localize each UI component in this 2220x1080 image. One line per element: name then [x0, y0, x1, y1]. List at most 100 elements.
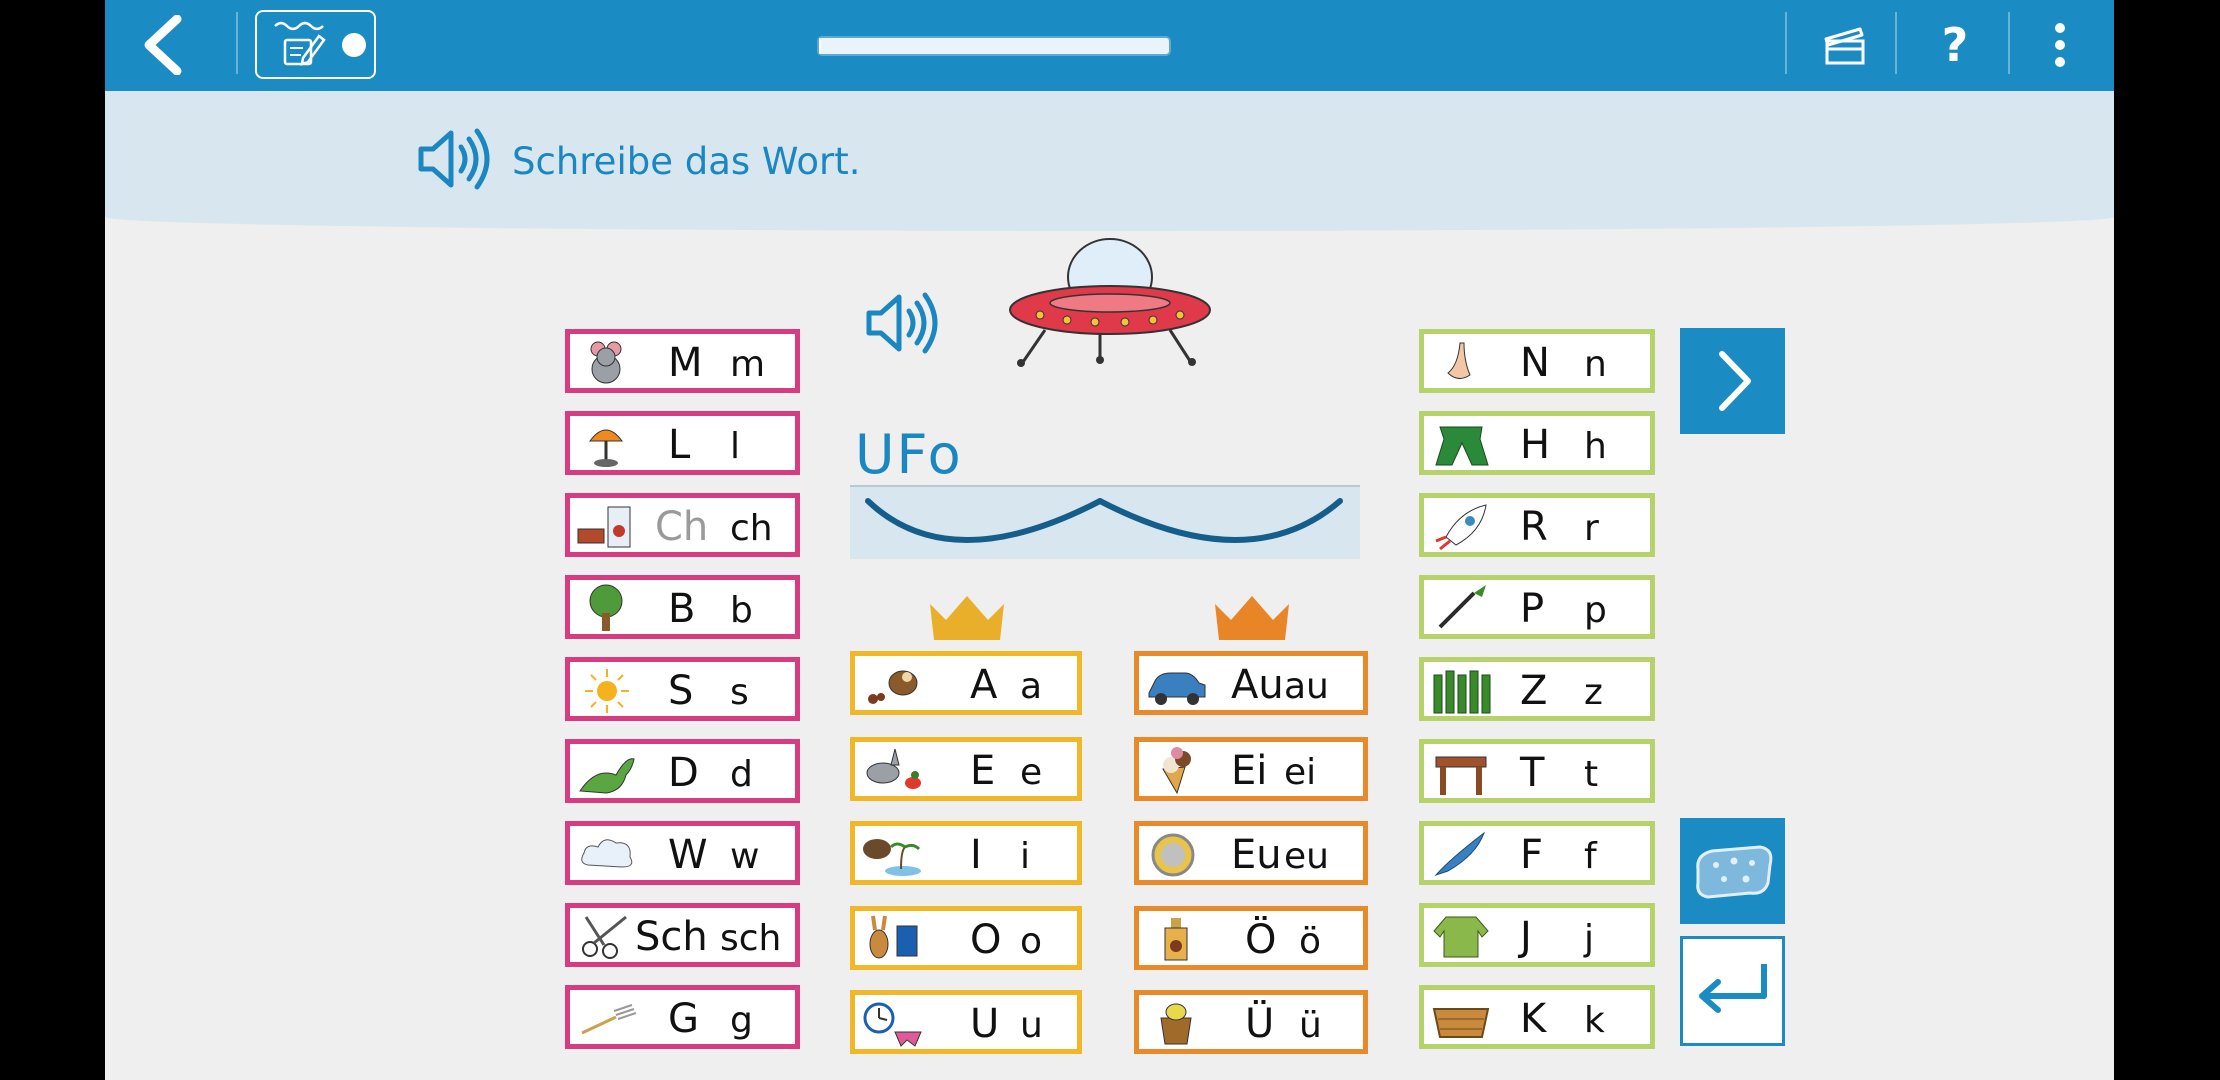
letter-tile-n[interactable]: Nn	[1419, 329, 1655, 393]
tile-uppercase: E	[970, 748, 996, 794]
tile-uppercase: Sch	[635, 914, 708, 960]
letter-tile-sch[interactable]: Sch sch	[565, 903, 800, 967]
tile-lowercase: au	[1284, 666, 1329, 707]
letter-tile-j[interactable]: Jj	[1419, 903, 1655, 967]
letter-tile-p[interactable]: Pp	[1419, 575, 1655, 639]
letter-tile-b[interactable]: Bb	[565, 575, 800, 639]
tile-uppercase: W	[668, 832, 708, 878]
tile-uppercase: J	[1520, 914, 1532, 960]
letter-tile-ch[interactable]: Ch ch	[565, 493, 800, 557]
writing-area[interactable]	[850, 485, 1360, 559]
letter-tile-e[interactable]: Ee	[850, 737, 1082, 801]
next-button[interactable]	[1680, 328, 1785, 434]
tile-lowercase: o	[1020, 921, 1043, 962]
tile-lowercase: g	[730, 1000, 753, 1041]
tile-uppercase: Ö	[1245, 917, 1277, 963]
tile-lowercase: k	[1584, 1000, 1605, 1041]
tile-uppercase: L	[668, 422, 691, 468]
letter-tile-o[interactable]: Oo	[850, 906, 1082, 970]
rabbit-folder-icon	[861, 914, 923, 964]
tile-lowercase: j	[1584, 918, 1595, 959]
notebook-pencil-icon	[273, 21, 366, 66]
tile-uppercase: B	[668, 586, 696, 632]
progress-bar	[817, 36, 1171, 56]
tile-lowercase: d	[730, 754, 753, 795]
letter-tile-g[interactable]: Gg	[565, 985, 800, 1049]
sponge-icon	[1695, 845, 1772, 899]
tile-lowercase: m	[730, 344, 766, 385]
mode-toggle-button[interactable]	[255, 10, 376, 79]
progress-fill	[819, 38, 821, 54]
letter-tile-s[interactable]: Ss	[565, 657, 800, 721]
mouse-icon	[576, 337, 638, 387]
tile-uppercase: O	[970, 917, 1002, 963]
clapperboard-icon	[1824, 27, 1865, 65]
tile-lowercase: ö	[1299, 921, 1322, 962]
letter-tile-au[interactable]: Au au	[1134, 651, 1368, 715]
letter-tile-t[interactable]: Tt	[1419, 739, 1655, 803]
video-button[interactable]	[1795, 12, 1895, 78]
back-button[interactable]	[127, 12, 199, 78]
tile-uppercase: A	[970, 662, 998, 708]
letter-tile-m[interactable]: Mm	[565, 329, 800, 393]
tree-icon	[576, 583, 638, 633]
tile-lowercase: eu	[1284, 836, 1329, 877]
help-button[interactable]: ?	[1902, 12, 2008, 78]
letter-tile-ü[interactable]: Üü	[1134, 990, 1368, 1054]
written-word: UFo	[855, 423, 963, 486]
top-bar: ?	[105, 0, 2114, 91]
letter-tile-z[interactable]: Zz	[1419, 657, 1655, 721]
trousers-icon	[1430, 419, 1492, 469]
letter-tile-ö[interactable]: Öö	[1134, 906, 1368, 970]
letter-tile-i[interactable]: Ii	[850, 821, 1082, 885]
tile-lowercase: a	[1020, 666, 1043, 707]
fork-icon	[576, 993, 638, 1043]
scissors-icon	[576, 911, 638, 961]
instruction-audio-button[interactable]	[415, 122, 495, 196]
letter-tile-r[interactable]: Rr	[1419, 493, 1655, 557]
tile-uppercase: Ch	[655, 504, 709, 550]
cloud-icon	[576, 829, 638, 879]
tile-lowercase: t	[1584, 754, 1599, 795]
tile-lowercase: u	[1020, 1005, 1043, 1046]
tile-lowercase: sch	[720, 918, 782, 959]
sun-icon	[576, 665, 638, 715]
letter-tile-d[interactable]: Dd	[565, 739, 800, 803]
tile-lowercase: ei	[1284, 752, 1317, 793]
tile-lowercase: l	[730, 426, 741, 467]
letter-tile-a[interactable]: Aa	[850, 651, 1082, 715]
enter-button[interactable]	[1680, 936, 1785, 1046]
fence-icon	[1430, 665, 1492, 715]
app-window: ? Schreibe das Wort. UFo M m L l Ch ch B…	[105, 0, 2114, 1080]
pot-icon	[1145, 998, 1207, 1048]
chevron-right-icon	[1718, 351, 1751, 411]
word-audio-button[interactable]	[860, 288, 945, 358]
tile-uppercase: R	[1520, 504, 1548, 550]
letter-tile-f[interactable]: Ff	[1419, 821, 1655, 885]
letter-tile-l[interactable]: Ll	[565, 411, 800, 475]
tile-uppercase: K	[1520, 996, 1547, 1042]
dinosaur-icon	[576, 747, 638, 797]
letter-tile-eu[interactable]: Eu eu	[1134, 821, 1368, 885]
tile-uppercase: G	[668, 996, 699, 1042]
tile-lowercase: ch	[730, 508, 773, 549]
tile-lowercase: i	[1020, 836, 1031, 877]
car-icon	[1145, 659, 1207, 709]
crate-icon	[1430, 993, 1492, 1043]
letter-tile-ei[interactable]: Ei ei	[1134, 737, 1368, 801]
tile-lowercase: ü	[1299, 1005, 1322, 1046]
instruction-text: Schreibe das Wort.	[512, 140, 861, 183]
menu-button[interactable]	[2021, 12, 2099, 78]
letter-tile-u[interactable]: Uu	[850, 990, 1082, 1054]
tile-uppercase: N	[1520, 340, 1550, 386]
letter-tile-h[interactable]: Hh	[1419, 411, 1655, 475]
tile-uppercase: D	[668, 750, 699, 796]
jacket-icon	[1430, 911, 1492, 961]
tile-uppercase: Au	[1231, 662, 1284, 708]
eraser-button[interactable]	[1680, 818, 1785, 924]
donkey-duck-icon	[861, 745, 923, 795]
rocket-icon	[1430, 501, 1492, 551]
letter-tile-w[interactable]: Ww	[565, 821, 800, 885]
hedgehog-island-icon	[861, 829, 923, 879]
letter-tile-k[interactable]: Kk	[1419, 985, 1655, 1049]
